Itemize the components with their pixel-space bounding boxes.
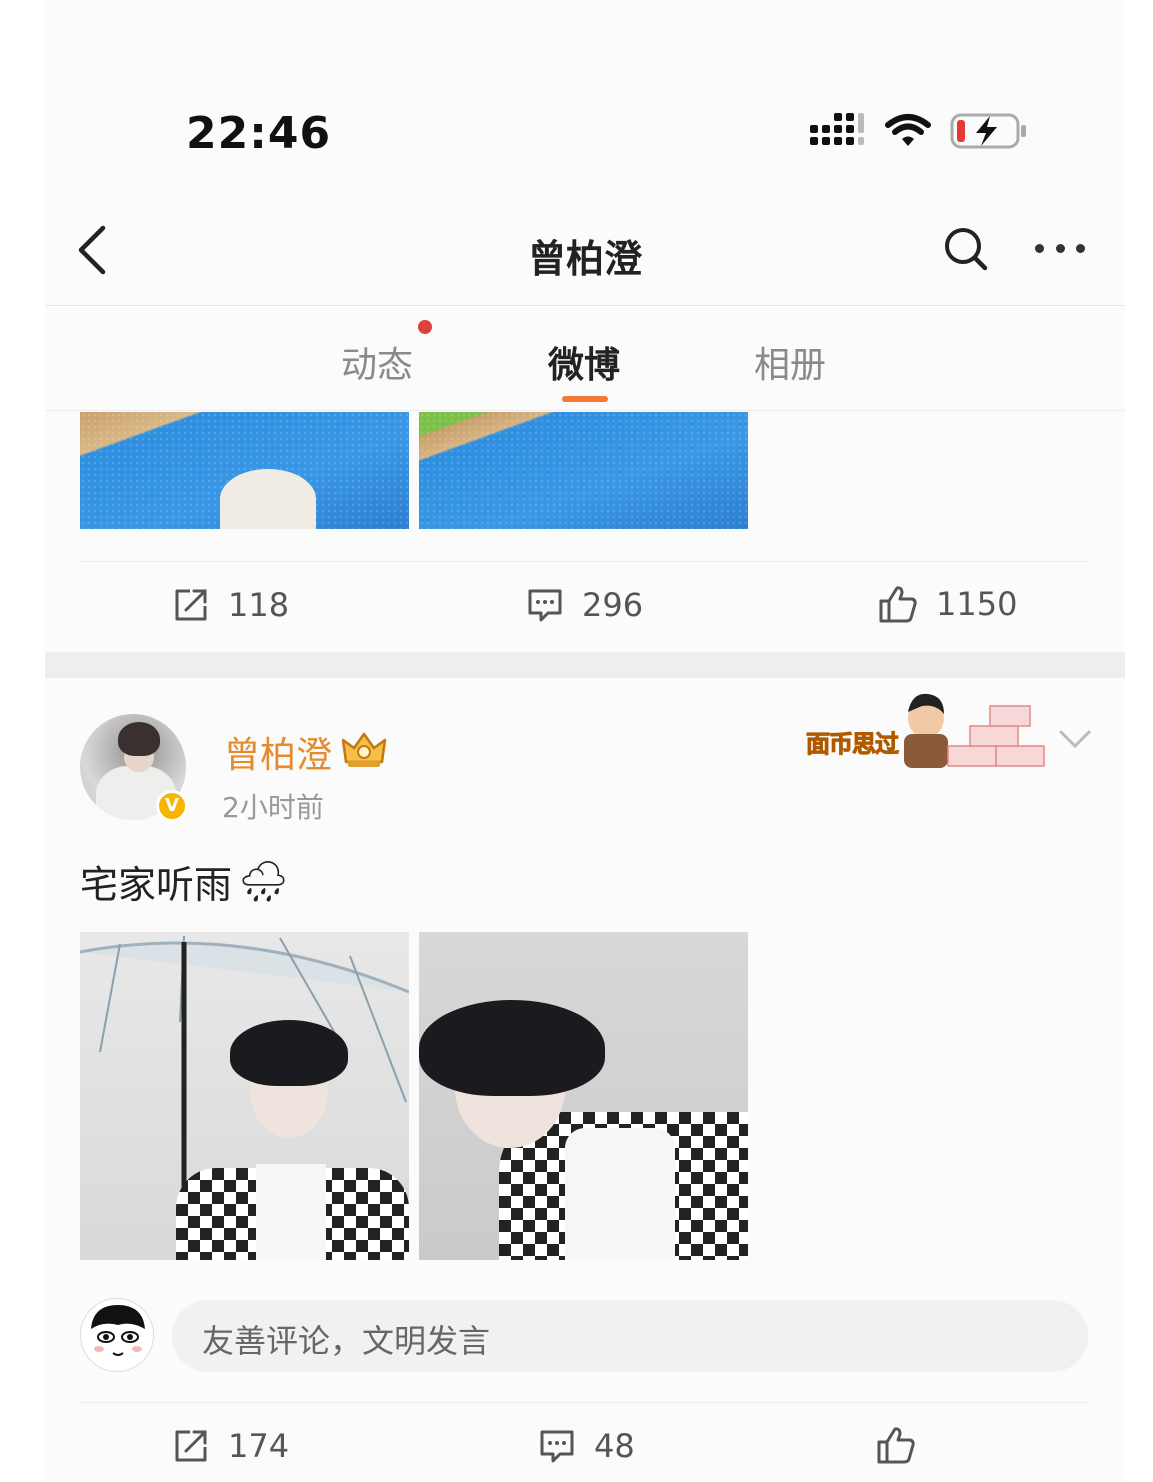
current-user-avatar[interactable] xyxy=(80,1298,154,1372)
tab-weibo[interactable]: 微博 xyxy=(548,336,620,388)
comment-count: 296 xyxy=(582,586,644,624)
repost-count: 118 xyxy=(228,586,290,624)
chevron-down-icon[interactable] xyxy=(1058,728,1092,750)
post-time: 2小时前 xyxy=(222,791,324,824)
repost-icon xyxy=(175,1430,207,1462)
comment-icon xyxy=(540,1430,574,1463)
wifi-icon xyxy=(885,114,931,146)
like-count: 1150 xyxy=(936,585,1018,623)
tab-album[interactable]: 相册 xyxy=(754,336,826,388)
comment-input[interactable]: 友善评论，文明发言 xyxy=(172,1300,1088,1372)
verified-badge: V xyxy=(156,790,188,822)
comment-button[interactable]: 296 xyxy=(526,586,643,624)
notification-dot xyxy=(418,320,432,334)
active-tab-indicator xyxy=(562,396,608,402)
repost-button[interactable]: 118 xyxy=(172,586,289,624)
divider xyxy=(80,561,1090,562)
post-image-umbrella[interactable] xyxy=(80,932,409,1260)
section-separator xyxy=(45,652,1125,678)
status-time: 22:46 xyxy=(186,108,332,159)
decorative-sticker: 面币思过 xyxy=(806,690,1056,770)
post-text: 宅家听雨 🌧 xyxy=(80,854,289,909)
post-image-1[interactable] xyxy=(80,412,409,529)
search-icon[interactable] xyxy=(943,226,989,272)
comment-icon xyxy=(528,589,562,622)
signal-icon xyxy=(810,113,866,149)
repost-icon xyxy=(175,589,207,621)
comment-count: 48 xyxy=(594,1427,635,1465)
status-icons xyxy=(810,112,1028,150)
post-image-2[interactable] xyxy=(419,412,748,529)
battery-charging-icon xyxy=(950,113,1026,149)
like-button-2[interactable] xyxy=(876,1425,916,1465)
profile-tabs: 动态 微博 相册 xyxy=(45,306,1125,411)
cartoon-sticker-icon xyxy=(904,693,1045,768)
comment-placeholder: 友善评论，文明发言 xyxy=(202,1322,491,1360)
repost-count: 174 xyxy=(228,1427,290,1465)
more-icon[interactable] xyxy=(1035,244,1085,256)
crown-icon xyxy=(341,732,387,767)
author-name[interactable]: 曾柏澄 xyxy=(224,726,332,778)
post-image-portrait[interactable] xyxy=(419,932,748,1260)
comment-button-2[interactable]: 48 xyxy=(538,1427,635,1465)
like-icon xyxy=(877,1427,915,1464)
sticker-text: 面币思过 xyxy=(806,730,900,759)
rain-cloud-icon: 🌧 xyxy=(238,859,289,905)
divider xyxy=(80,1402,1090,1403)
top-nav-bar: 曾柏澄 xyxy=(45,200,1125,306)
tab-feed[interactable]: 动态 xyxy=(341,336,413,388)
repost-button-2[interactable]: 174 xyxy=(172,1427,289,1465)
like-icon xyxy=(879,586,917,623)
post-text-content: 宅家听雨 xyxy=(80,863,233,907)
like-button[interactable]: 1150 xyxy=(878,584,1017,624)
